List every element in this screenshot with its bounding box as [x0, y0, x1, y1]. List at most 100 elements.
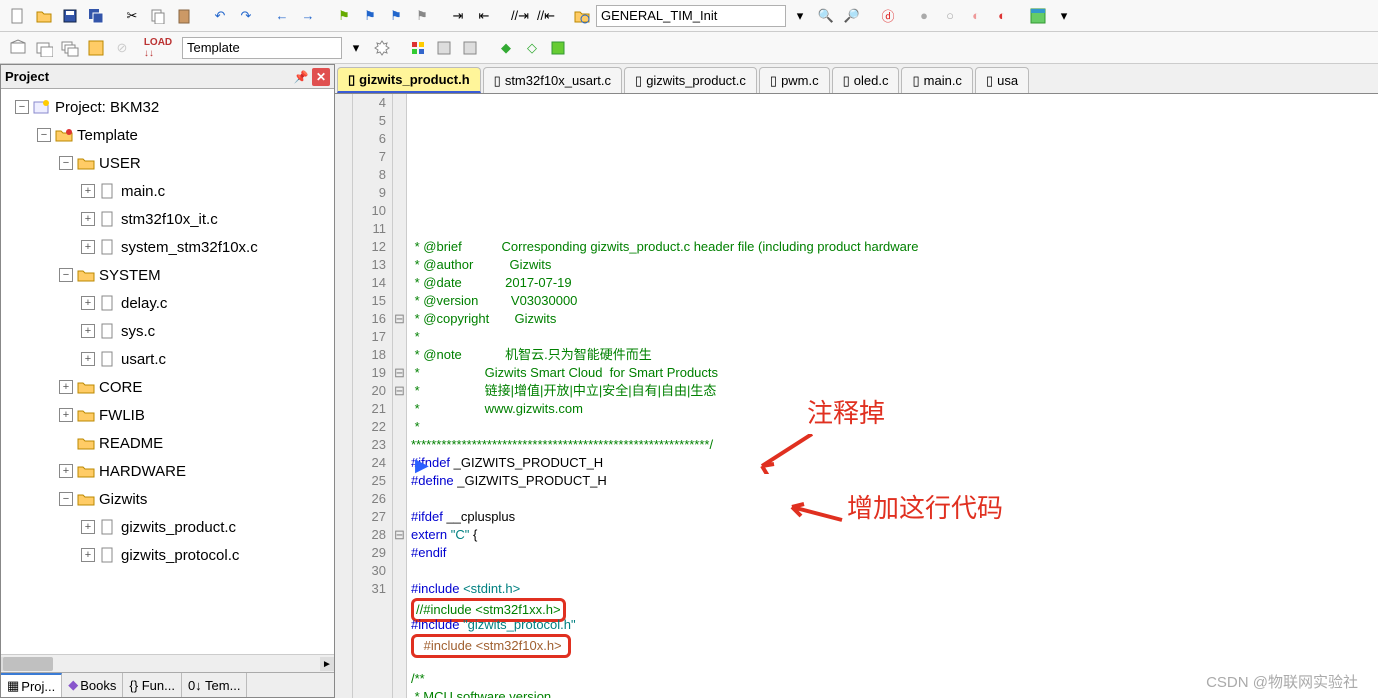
project-panel: Project 📌 ✕ −Project: BKM32 −Template −U…: [0, 64, 335, 698]
bookmark-next-icon[interactable]: ⚑: [384, 4, 408, 28]
close-icon[interactable]: ✕: [312, 68, 330, 86]
tree-file[interactable]: +delay.c: [1, 289, 334, 317]
copy-icon[interactable]: [146, 4, 170, 28]
target-options-icon[interactable]: [370, 36, 394, 60]
editor-tab[interactable]: ▯gizwits_product.c: [624, 67, 757, 93]
find-input[interactable]: [596, 5, 786, 27]
tree-folder-core[interactable]: +CORE: [1, 373, 334, 401]
paste-icon[interactable]: [172, 4, 196, 28]
editor-tab[interactable]: ▯main.c: [901, 67, 972, 93]
scroll-right-icon[interactable]: ►: [320, 657, 334, 671]
tree-file[interactable]: +system_stm32f10x.c: [1, 233, 334, 261]
pack2-icon[interactable]: ◇: [520, 36, 544, 60]
bottom-tab-functions[interactable]: {} Fun...: [123, 673, 182, 697]
books-tab-icon: ◆: [68, 677, 78, 693]
tree-folder-readme[interactable]: README: [1, 429, 334, 457]
tree-target[interactable]: −Template: [1, 121, 334, 149]
tree-project-root[interactable]: −Project: BKM32: [1, 93, 334, 121]
new-file-icon[interactable]: [6, 4, 30, 28]
tree-h-scrollbar[interactable]: ◄ ►: [1, 654, 334, 672]
comment-in-icon[interactable]: //⇥: [508, 4, 532, 28]
bottom-tab-templates[interactable]: 0↓ Tem...: [182, 673, 248, 697]
editor-area: ▯gizwits_product.h ▯stm32f10x_usart.c ▯g…: [335, 64, 1378, 698]
tree-folder-hardware[interactable]: +HARDWARE: [1, 457, 334, 485]
tree-folder-system[interactable]: −SYSTEM: [1, 261, 334, 289]
panel-bottom-tabs: ▦Proj... ◆Books {} Fun... 0↓ Tem...: [1, 672, 334, 697]
pack3-icon[interactable]: [546, 36, 570, 60]
bookmark-add-icon[interactable]: ⚑: [332, 4, 356, 28]
comment-out-icon[interactable]: //⇤: [534, 4, 558, 28]
save-all-icon[interactable]: [84, 4, 108, 28]
bookmark-prev-icon[interactable]: ⚑: [358, 4, 382, 28]
debug-run-icon[interactable]: ⓓ: [876, 4, 900, 28]
bottom-tab-project[interactable]: ▦Proj...: [1, 673, 62, 697]
nav-back-icon[interactable]: ←: [270, 4, 294, 28]
tree-file[interactable]: +usart.c: [1, 345, 334, 373]
tree-file[interactable]: +sys.c: [1, 317, 334, 345]
bottom-tab-books[interactable]: ◆Books: [62, 673, 123, 697]
tree-folder-fwlib[interactable]: +FWLIB: [1, 401, 334, 429]
scroll-thumb[interactable]: [3, 657, 53, 671]
breakpoint-gutter[interactable]: [335, 94, 353, 698]
open-file-icon[interactable]: [32, 4, 56, 28]
file-icon: ▯: [635, 73, 642, 89]
download-icon[interactable]: LOAD↓↓: [146, 36, 170, 60]
file-ext-icon[interactable]: [406, 36, 430, 60]
editor-tab[interactable]: ▯usa: [975, 67, 1029, 93]
indent-icon[interactable]: ⇥: [446, 4, 470, 28]
bp-insert-icon[interactable]: ●: [912, 4, 936, 28]
build-icon[interactable]: [32, 36, 56, 60]
find-in-files-icon[interactable]: [570, 4, 594, 28]
editor-tab[interactable]: ▯pwm.c: [759, 67, 830, 93]
target-dropdown-icon[interactable]: ▾: [344, 36, 368, 60]
editor-tab[interactable]: ▯oled.c: [832, 67, 900, 93]
cut-icon[interactable]: ✂: [120, 4, 144, 28]
file-icon: ▯: [912, 73, 919, 89]
main-toolbar: ✂ ↶ ↷ ← → ⚑ ⚑ ⚑ ⚑ ⇥ ⇤ //⇥ //⇤ ▾ 🔍 🔎 ⓓ ● …: [0, 0, 1378, 32]
redo-icon[interactable]: ↷: [234, 4, 258, 28]
select-packs-icon[interactable]: [458, 36, 482, 60]
file-icon: ▯: [770, 73, 777, 89]
code-editor[interactable]: 4567891011121314151617181920212223242526…: [335, 94, 1378, 698]
stop-build-icon[interactable]: ⊘: [110, 36, 134, 60]
bp-enable-icon[interactable]: ○: [938, 4, 962, 28]
target-select[interactable]: [182, 37, 342, 59]
translate-icon[interactable]: [6, 36, 30, 60]
pin-icon[interactable]: 📌: [292, 68, 310, 86]
cursor-indicator-icon: ▶: [415, 456, 429, 474]
tree-file[interactable]: +gizwits_product.c: [1, 513, 334, 541]
bp-disable-icon[interactable]: ◐: [964, 4, 988, 28]
tree-file[interactable]: +stm32f10x_it.c: [1, 205, 334, 233]
config-dropdown-icon[interactable]: ▾: [1052, 4, 1076, 28]
save-icon[interactable]: [58, 4, 82, 28]
project-panel-header: Project 📌 ✕: [1, 65, 334, 89]
bookmark-clear-icon[interactable]: ⚑: [410, 4, 434, 28]
editor-tab[interactable]: ▯gizwits_product.h: [337, 67, 481, 93]
find-go-icon[interactable]: 🔍: [814, 4, 838, 28]
tree-folder-gizwits[interactable]: −Gizwits: [1, 485, 334, 513]
outdent-icon[interactable]: ⇤: [472, 4, 496, 28]
manage-rte-icon[interactable]: [432, 36, 456, 60]
build-toolbar: ⊘ LOAD↓↓ ▾ ◆ ◇: [0, 32, 1378, 64]
editor-tab[interactable]: ▯stm32f10x_usart.c: [483, 67, 622, 93]
undo-icon[interactable]: ↶: [208, 4, 232, 28]
find-dropdown-icon[interactable]: ▾: [788, 4, 812, 28]
tree-folder-user[interactable]: −USER: [1, 149, 334, 177]
pack-installer-icon[interactable]: ◆: [494, 36, 518, 60]
batch-build-icon[interactable]: [84, 36, 108, 60]
fold-gutter[interactable]: ⊟⊟⊟⊟: [393, 94, 407, 698]
watermark: CSDN @物联网实验社: [1206, 671, 1358, 692]
project-tab-icon: ▦: [7, 678, 19, 694]
editor-tabs: ▯gizwits_product.h ▯stm32f10x_usart.c ▯g…: [335, 64, 1378, 94]
tree-file[interactable]: +gizwits_protocol.c: [1, 541, 334, 569]
line-number-gutter: 4567891011121314151617181920212223242526…: [353, 94, 393, 698]
window-layout-icon[interactable]: [1026, 4, 1050, 28]
incremental-find-icon[interactable]: 🔎: [840, 4, 864, 28]
file-icon: ▯: [494, 73, 501, 89]
nav-fwd-icon[interactable]: →: [296, 4, 320, 28]
rebuild-icon[interactable]: [58, 36, 82, 60]
file-icon: ▯: [986, 73, 993, 89]
project-tree[interactable]: −Project: BKM32 −Template −USER +main.c …: [1, 89, 334, 672]
bp-killall-icon[interactable]: ◐: [990, 4, 1014, 28]
tree-file[interactable]: +main.c: [1, 177, 334, 205]
